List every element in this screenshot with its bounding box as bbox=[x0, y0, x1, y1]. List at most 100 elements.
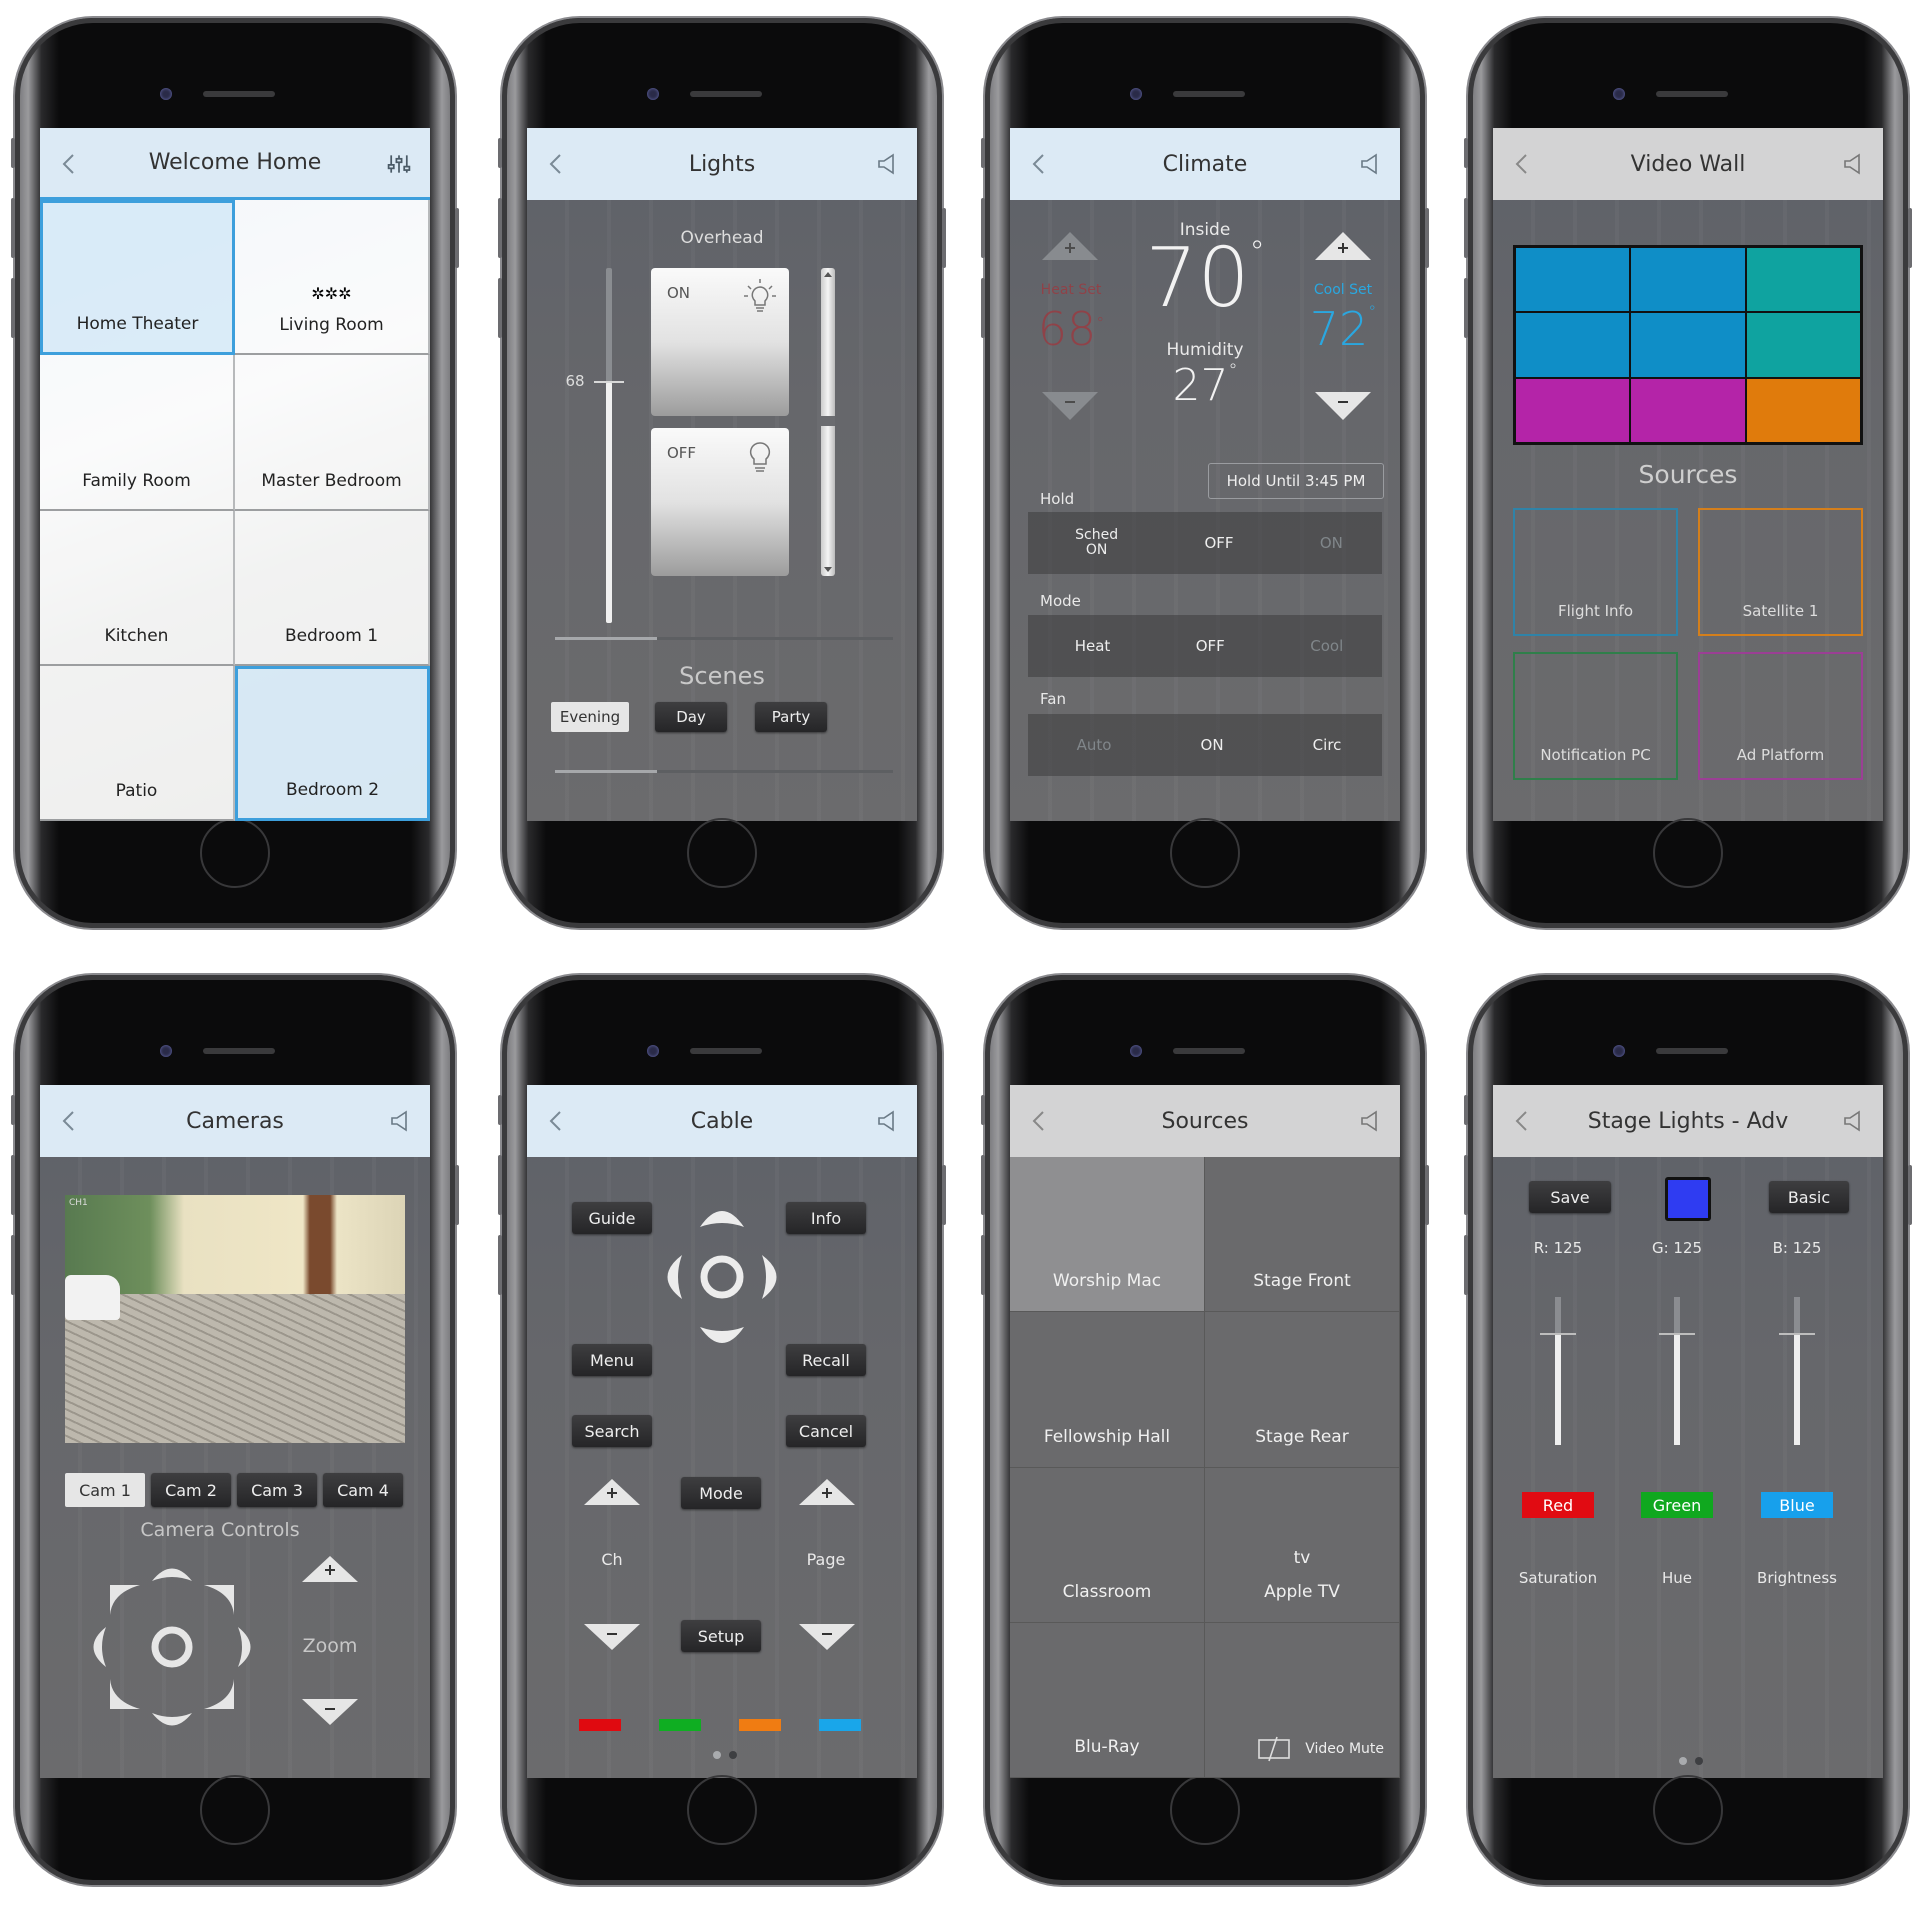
cool-set-increase-button[interactable] bbox=[1313, 230, 1373, 262]
page-down-button[interactable] bbox=[797, 1622, 857, 1652]
ptz-right-button[interactable] bbox=[238, 1627, 251, 1667]
switch-scrollbar[interactable] bbox=[821, 268, 835, 576]
setup-button[interactable]: Setup bbox=[681, 1620, 761, 1652]
source-item[interactable]: Worship Mac bbox=[1010, 1157, 1205, 1313]
speaker-volume-icon[interactable] bbox=[873, 150, 899, 178]
ptz-up-right-button[interactable] bbox=[204, 1585, 234, 1615]
hold-option-sched-on[interactable]: Sched ON bbox=[1067, 527, 1118, 559]
source-item[interactable]: Fellowship Hall bbox=[1010, 1312, 1205, 1468]
speaker-volume-icon[interactable] bbox=[386, 1107, 412, 1135]
video-wall-cell[interactable] bbox=[1516, 378, 1630, 442]
video-wall-cell[interactable] bbox=[1631, 378, 1745, 442]
menu-button[interactable]: Menu bbox=[572, 1344, 652, 1376]
room-tile[interactable]: Kitchen bbox=[40, 510, 235, 666]
dpad-down-button[interactable] bbox=[700, 1327, 744, 1343]
on-button[interactable]: ON bbox=[651, 268, 789, 416]
back-chevron-icon[interactable] bbox=[1026, 150, 1052, 178]
camera-button-2[interactable]: Cam 2 bbox=[151, 1473, 231, 1507]
cancel-button[interactable]: Cancel bbox=[786, 1415, 866, 1447]
zoom-in-button[interactable] bbox=[300, 1554, 360, 1584]
ptz-down-right-button[interactable] bbox=[204, 1679, 234, 1709]
green-slider-thumb[interactable] bbox=[1659, 1332, 1695, 1335]
zoom-out-button[interactable] bbox=[300, 1697, 360, 1727]
speaker-volume-icon[interactable] bbox=[1839, 150, 1865, 178]
hold-option-on[interactable]: ON bbox=[1312, 534, 1343, 552]
video-wall-cell[interactable] bbox=[1631, 248, 1745, 312]
red-slider-thumb[interactable] bbox=[1540, 1332, 1576, 1335]
red-key-button[interactable] bbox=[579, 1719, 621, 1731]
speaker-volume-icon[interactable] bbox=[1356, 150, 1382, 178]
heat-set-decrease-button[interactable] bbox=[1040, 390, 1100, 422]
mode-option-heat[interactable]: Heat bbox=[1067, 637, 1111, 655]
dpad-right-button[interactable] bbox=[762, 1255, 777, 1299]
page-up-button[interactable] bbox=[797, 1477, 857, 1507]
back-chevron-icon[interactable] bbox=[1026, 1107, 1052, 1135]
green-slider-track[interactable] bbox=[1659, 1297, 1695, 1445]
ptz-home-button[interactable] bbox=[151, 1626, 193, 1668]
blue-slider-thumb[interactable] bbox=[1779, 1332, 1815, 1335]
scene-button-day[interactable]: Day bbox=[655, 702, 727, 732]
search-button[interactable]: Search bbox=[572, 1415, 652, 1447]
source-tile[interactable]: Ad Platform bbox=[1698, 652, 1863, 780]
speaker-volume-icon[interactable] bbox=[1356, 1107, 1382, 1135]
scroll-down-arrow-icon[interactable] bbox=[824, 567, 832, 572]
source-item[interactable]: Stage Rear bbox=[1205, 1312, 1400, 1468]
source-tile[interactable]: Flight Info bbox=[1513, 508, 1678, 636]
camera-button-1[interactable]: Cam 1 bbox=[65, 1473, 145, 1507]
sliders-icon[interactable] bbox=[386, 150, 412, 178]
save-button[interactable]: Save bbox=[1529, 1181, 1611, 1213]
back-chevron-icon[interactable] bbox=[1509, 1107, 1535, 1135]
video-wall-cell[interactable] bbox=[1746, 378, 1860, 442]
ptz-down-left-button[interactable] bbox=[110, 1679, 140, 1709]
fan-option-auto[interactable]: Auto bbox=[1069, 736, 1112, 754]
orange-key-button[interactable] bbox=[739, 1719, 781, 1731]
speaker-volume-icon[interactable] bbox=[873, 1107, 899, 1135]
blue-key-button[interactable] bbox=[819, 1719, 861, 1731]
source-tile[interactable]: Notification PC bbox=[1513, 652, 1678, 780]
fan-option-on[interactable]: ON bbox=[1193, 736, 1224, 754]
dimmer-slider-track[interactable] bbox=[594, 268, 624, 623]
info-button[interactable]: Info bbox=[786, 1202, 866, 1234]
video-wall-cell[interactable] bbox=[1746, 313, 1860, 377]
back-chevron-icon[interactable] bbox=[56, 150, 82, 178]
video-wall-cell[interactable] bbox=[1746, 248, 1860, 312]
mode-option-off[interactable]: OFF bbox=[1188, 637, 1225, 655]
scene-button-evening[interactable]: Evening bbox=[551, 702, 629, 732]
back-chevron-icon[interactable] bbox=[543, 150, 569, 178]
scene-button-party[interactable]: Party bbox=[755, 702, 827, 732]
page-dot[interactable] bbox=[1695, 1757, 1703, 1765]
room-tile[interactable]: Bedroom 2 bbox=[235, 665, 430, 821]
room-tile[interactable]: Bedroom 1 bbox=[235, 510, 430, 666]
source-item[interactable]: Blu-Ray bbox=[1010, 1622, 1205, 1778]
room-tile[interactable]: Home Theater bbox=[40, 200, 235, 356]
dimmer-slider-thumb[interactable] bbox=[594, 380, 624, 383]
back-chevron-icon[interactable] bbox=[56, 1107, 82, 1135]
dpad-ok-button[interactable] bbox=[700, 1255, 744, 1299]
ptz-down-button[interactable] bbox=[152, 1713, 192, 1726]
basic-button[interactable]: Basic bbox=[1769, 1181, 1849, 1213]
hold-until-button[interactable]: Hold Until 3:45 PM bbox=[1208, 463, 1384, 499]
blue-channel-button[interactable]: Blue bbox=[1761, 1492, 1833, 1518]
blue-slider-track[interactable] bbox=[1779, 1297, 1815, 1445]
camera-feed[interactable]: CH1 bbox=[65, 1195, 405, 1443]
room-tile[interactable]: Master Bedroom bbox=[235, 355, 430, 511]
green-channel-button[interactable]: Green bbox=[1641, 1492, 1713, 1518]
guide-button[interactable]: Guide bbox=[572, 1202, 652, 1234]
room-tile[interactable]: Patio bbox=[40, 665, 235, 821]
red-slider-track[interactable] bbox=[1540, 1297, 1576, 1445]
ptz-up-button[interactable] bbox=[152, 1568, 192, 1582]
green-key-button[interactable] bbox=[659, 1719, 701, 1731]
camera-button-4[interactable]: Cam 4 bbox=[323, 1473, 403, 1507]
fan-option-circ[interactable]: Circ bbox=[1305, 736, 1342, 754]
red-channel-button[interactable]: Red bbox=[1522, 1492, 1594, 1518]
speaker-volume-icon[interactable] bbox=[1839, 1107, 1865, 1135]
source-item[interactable]: Stage Front bbox=[1205, 1157, 1400, 1313]
ptz-up-left-button[interactable] bbox=[110, 1585, 140, 1615]
recall-button[interactable]: Recall bbox=[786, 1344, 866, 1376]
dpad-left-button[interactable] bbox=[667, 1255, 683, 1299]
video-wall-cell[interactable] bbox=[1516, 313, 1630, 377]
heat-set-increase-button[interactable] bbox=[1040, 230, 1100, 262]
channel-down-button[interactable] bbox=[582, 1622, 642, 1652]
scroll-up-arrow-icon[interactable] bbox=[824, 272, 832, 277]
back-chevron-icon[interactable] bbox=[1509, 150, 1535, 178]
